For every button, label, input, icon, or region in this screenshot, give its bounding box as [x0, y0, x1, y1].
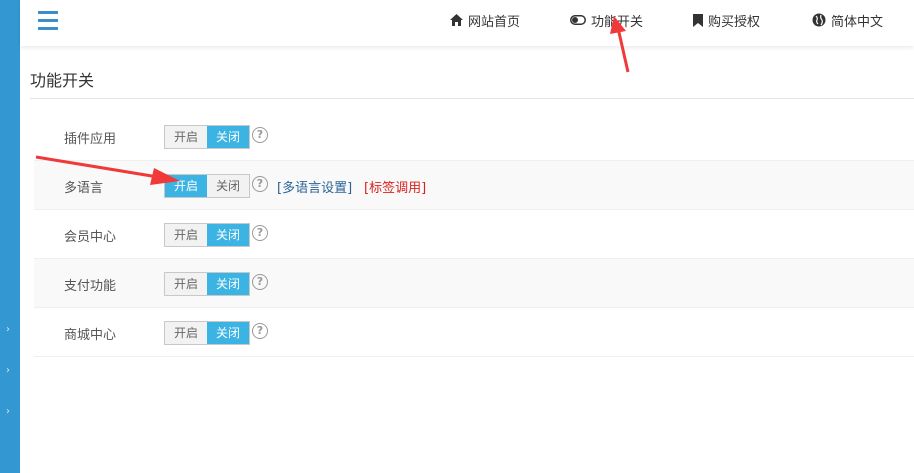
main-content: 功能开关 插件应用 开启 关闭 ? 多语言 开启 关闭 ? [多语言设置] [标…: [20, 46, 914, 473]
feature-row-shop: 商城中心 开启 关闭 ?: [34, 308, 914, 357]
toggle-icon: [570, 15, 586, 25]
menu-toggle-icon[interactable]: [38, 11, 58, 30]
row-label: 支付功能: [64, 279, 117, 294]
row-label: 商城中心: [64, 328, 117, 343]
feature-row-member: 会员中心 开启 关闭 ?: [34, 210, 914, 259]
feature-row-multilang: 多语言 开启 关闭 ? [多语言设置] [标签调用]: [34, 161, 914, 210]
feature-row-plugins: 插件应用 开启 关闭 ?: [34, 112, 914, 161]
help-icon[interactable]: ?: [252, 176, 268, 192]
switch-on-button[interactable]: 开启: [165, 175, 207, 197]
globe-icon: [812, 13, 826, 27]
sidebar-marker: ›: [6, 324, 10, 335]
switch-off-button[interactable]: 关闭: [207, 322, 249, 344]
bookmark-icon: [693, 13, 703, 27]
nav-language-label: 简体中文: [831, 14, 884, 30]
payment-switch: 开启 关闭: [164, 272, 250, 296]
nav-license-label: 购买授权: [708, 14, 761, 30]
switch-on-button[interactable]: 开启: [165, 126, 207, 148]
member-switch: 开启 关闭: [164, 223, 250, 247]
row-label: 插件应用: [64, 132, 117, 147]
multilang-switch: 开启 关闭: [164, 174, 250, 198]
switch-on-button[interactable]: 开启: [165, 322, 207, 344]
nav-license[interactable]: 购买授权: [693, 11, 761, 30]
shop-switch: 开启 关闭: [164, 321, 250, 345]
multilang-settings-link[interactable]: [多语言设置]: [277, 177, 352, 196]
home-icon: [450, 14, 463, 26]
tag-call-link[interactable]: [标签调用]: [364, 177, 426, 196]
nav-features-label: 功能开关: [591, 14, 644, 30]
feature-row-payment: 支付功能 开启 关闭 ?: [34, 259, 914, 308]
title-divider: [30, 98, 914, 99]
nav-home[interactable]: 网站首页: [450, 11, 521, 30]
switch-on-button[interactable]: 开启: [165, 224, 207, 246]
switch-on-button[interactable]: 开启: [165, 273, 207, 295]
switch-off-button[interactable]: 关闭: [207, 175, 249, 197]
sidebar-marker: ›: [6, 406, 10, 417]
feature-list: 插件应用 开启 关闭 ? 多语言 开启 关闭 ? [多语言设置] [标签调用] …: [34, 112, 914, 357]
help-icon[interactable]: ?: [252, 274, 268, 290]
switch-off-button[interactable]: 关闭: [207, 126, 249, 148]
page-title: 功能开关: [30, 71, 95, 90]
help-icon[interactable]: ?: [252, 127, 268, 143]
nav-features[interactable]: 功能开关: [570, 11, 644, 30]
sidebar-marker: ›: [6, 365, 10, 376]
nav-language[interactable]: 简体中文: [812, 11, 884, 30]
nav-home-label: 网站首页: [468, 14, 521, 30]
help-icon[interactable]: ?: [252, 225, 268, 241]
row-label: 会员中心: [64, 230, 117, 245]
sidebar-strip: › › ›: [0, 0, 20, 473]
plugins-switch: 开启 关闭: [164, 125, 250, 149]
top-navbar: 网站首页 功能开关 购买授权 简体中文: [20, 0, 914, 46]
row-label: 多语言: [64, 181, 104, 196]
help-icon[interactable]: ?: [252, 323, 268, 339]
switch-off-button[interactable]: 关闭: [207, 224, 249, 246]
switch-off-button[interactable]: 关闭: [207, 273, 249, 295]
